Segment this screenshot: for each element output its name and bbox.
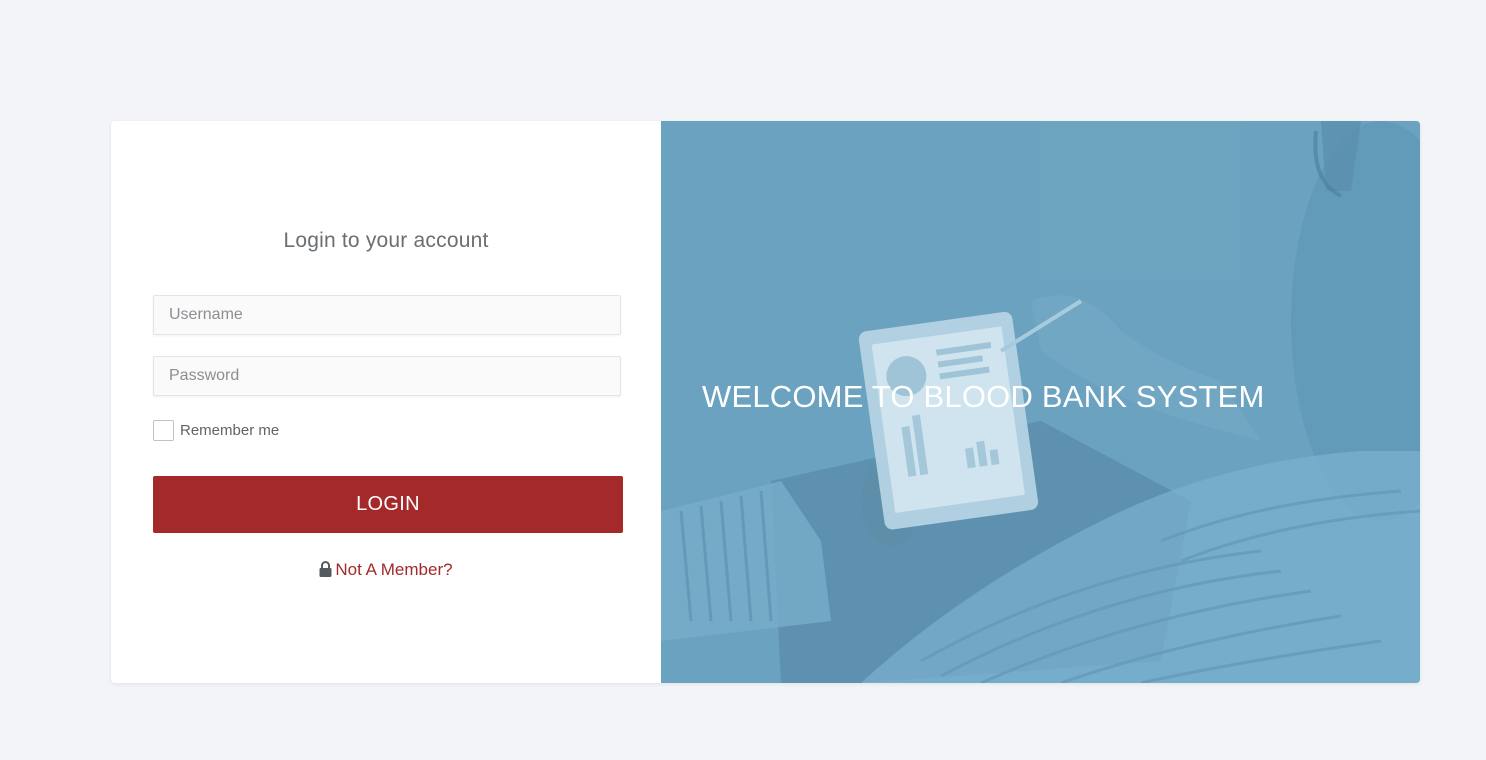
form-title: Login to your account [283, 229, 489, 252]
hero-panel: WELCOME TO BLOOD BANK SYSTEM [661, 121, 1420, 683]
remember-me-label[interactable]: Remember me [180, 422, 279, 439]
login-form-panel: Login to your account Remember me LOGIN … [111, 121, 661, 683]
remember-me-row: Remember me [153, 420, 279, 441]
password-input[interactable] [153, 356, 621, 396]
hero-heading: WELCOME TO BLOOD BANK SYSTEM [702, 379, 1265, 414]
lock-icon [319, 561, 332, 577]
remember-me-checkbox[interactable] [153, 420, 174, 441]
login-button[interactable]: LOGIN [153, 476, 623, 533]
not-a-member-label: Not A Member? [335, 560, 453, 579]
login-card: Login to your account Remember me LOGIN … [111, 121, 1420, 683]
username-input[interactable] [153, 295, 621, 335]
not-a-member-link[interactable]: Not A Member? [111, 560, 661, 580]
